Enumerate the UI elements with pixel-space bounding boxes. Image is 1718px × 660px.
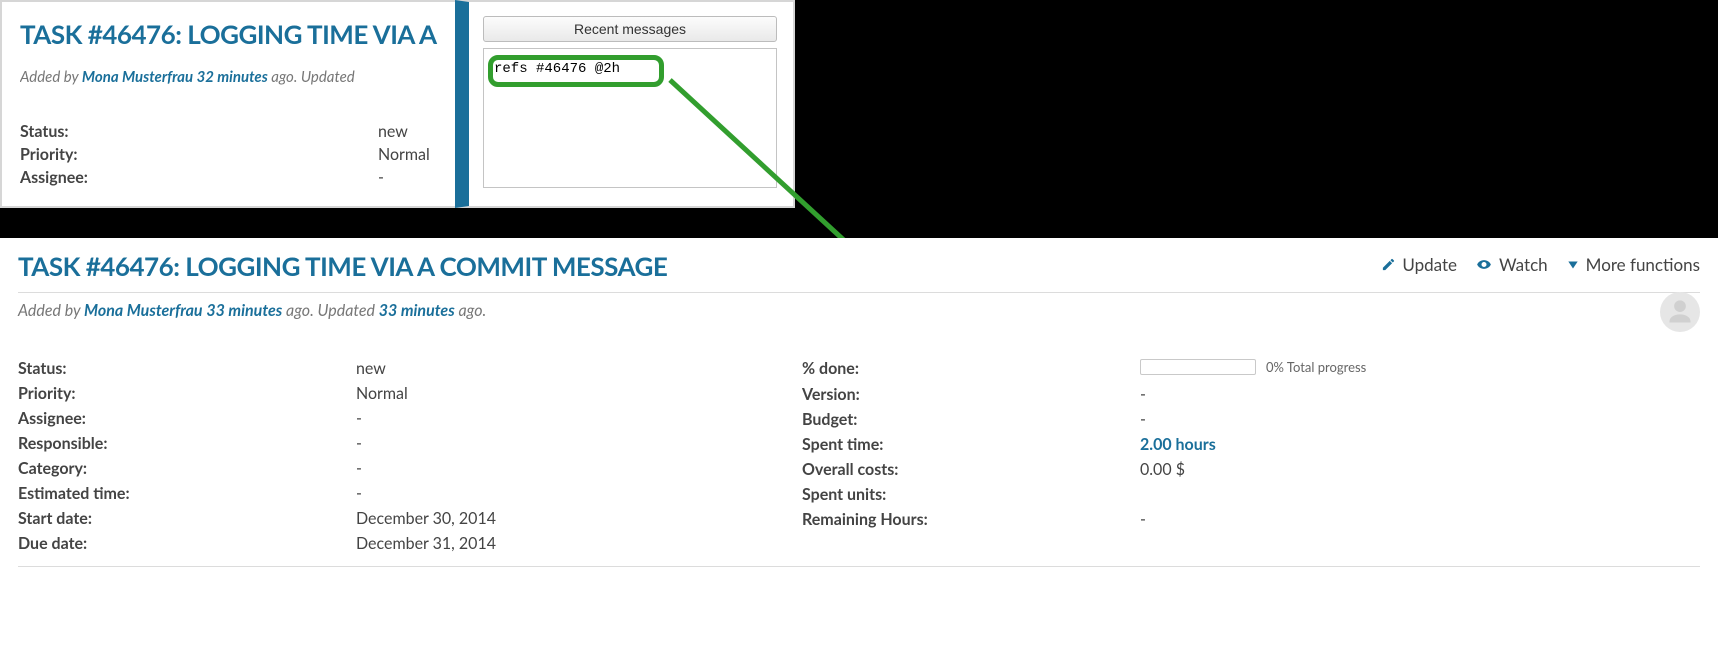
overlay-author: Mona Musterfrau (82, 68, 193, 86)
overlay-status-label: Status: (20, 122, 370, 141)
meta-prefix: Added by (20, 68, 82, 86)
task-author[interactable]: Mona Musterfrau (84, 301, 203, 320)
pencil-icon (1381, 257, 1396, 272)
meta-prefix: Added by (18, 301, 84, 320)
detail-columns: Status:newPriority:NormalAssignee:-Respo… (18, 356, 1700, 567)
field-row: Spent units: (802, 482, 1562, 507)
field-label: Start date: (18, 509, 348, 528)
time-added: 33 minutes (206, 301, 282, 320)
eye-icon (1475, 257, 1493, 272)
triangle-down-icon (1566, 258, 1580, 272)
user-icon (1666, 298, 1694, 326)
field-value: December 31, 2014 (356, 534, 496, 553)
field-value: December 30, 2014 (356, 509, 496, 528)
field-label: Responsible: (18, 434, 348, 453)
field-label: Spent units: (802, 485, 1132, 504)
progress-text: 0% Total progress (1266, 359, 1366, 375)
field-row: Remaining Hours:- (802, 507, 1562, 532)
field-value: - (356, 484, 362, 503)
meta-mid: ago. Updated (282, 301, 378, 320)
field-value: 0.00 $ (1140, 460, 1185, 479)
left-column: Status:newPriority:NormalAssignee:-Respo… (18, 356, 778, 556)
field-label: Assignee: (18, 409, 348, 428)
field-label: Version: (802, 385, 1132, 404)
overlay-assignee-value: - (378, 168, 384, 187)
field-value[interactable]: 2.00 hours (1140, 435, 1216, 454)
field-row: Priority: Normal (18, 381, 778, 406)
field-row: Budget:- (802, 407, 1562, 432)
field-label: Due date: (18, 534, 348, 553)
field-label: Spent time: (802, 435, 1132, 454)
watch-action[interactable]: Watch (1475, 254, 1548, 275)
overlay-time: 32 minutes (197, 68, 268, 86)
divider (18, 292, 1700, 293)
field-row: Responsible:- (18, 431, 778, 456)
field-label: % done: (802, 359, 1132, 379)
field-row: Category:- (18, 456, 778, 481)
overlay-task-title: TASK #46476: LOGGING TIME VIA A (20, 18, 440, 50)
field-label: Priority: (18, 384, 348, 403)
overlay-status-value: new (378, 122, 408, 141)
field-row: Assignee:- (18, 406, 778, 431)
overlay-task-card: TASK #46476: LOGGING TIME VIA A Added by… (0, 0, 460, 208)
field-row: Version:- (802, 382, 1562, 407)
more-functions-action[interactable]: More functions (1566, 254, 1700, 275)
task-title: TASK #46476: LOGGING TIME VIA A COMMIT M… (18, 250, 667, 282)
overlay-priority-value: Normal (378, 145, 430, 164)
field-value: - (356, 434, 362, 453)
field-row: Estimated time:- (18, 481, 778, 506)
overlay-assignee-label: Assignee: (20, 168, 370, 187)
field-row: Overall costs: 0.00 $ (802, 457, 1562, 482)
meta-suffix: ago. (455, 301, 487, 320)
field-label: Remaining Hours: (802, 510, 1132, 529)
progress-bar (1140, 359, 1256, 375)
progress: 0% Total progress (1140, 359, 1366, 375)
field-row: Start date: December 30, 2014 (18, 506, 778, 531)
more-functions-label: More functions (1586, 254, 1700, 275)
recent-messages-button[interactable]: Recent messages (483, 16, 777, 42)
update-label: Update (1402, 254, 1457, 275)
right-column: % done:0% Total progressVersion:-Budget:… (802, 356, 1562, 556)
field-row: Spent time: 2.00 hours (802, 432, 1562, 457)
task-header: TASK #46476: LOGGING TIME VIA A COMMIT M… (18, 250, 1700, 282)
update-action[interactable]: Update (1381, 254, 1457, 275)
task-meta: Added by Mona Musterfrau 33 minutes ago.… (18, 301, 1700, 320)
field-value: - (1140, 385, 1146, 404)
field-value: - (356, 409, 362, 428)
field-row: Due date: December 31, 2014 (18, 531, 778, 556)
field-label: Category: (18, 459, 348, 478)
task-view: TASK #46476: LOGGING TIME VIA A COMMIT M… (0, 238, 1718, 567)
field-label: Budget: (802, 410, 1132, 429)
field-label: Estimated time: (18, 484, 348, 503)
field-label: Status: (18, 359, 348, 378)
field-value: - (1140, 510, 1146, 529)
time-updated: 33 minutes (379, 301, 455, 320)
avatar[interactable] (1660, 292, 1700, 332)
field-value: - (356, 459, 362, 478)
overlay-task-meta: Added by Mona Musterfrau 32 minutes ago.… (20, 68, 440, 86)
meta-mid: ago. Updated (268, 68, 355, 86)
field-value: - (1140, 410, 1146, 429)
commit-textarea[interactable]: refs #46476 @2h (483, 48, 777, 188)
overlay-priority-label: Priority: (20, 145, 370, 164)
field-value: 0% Total progress (1140, 359, 1366, 379)
field-row: Status: new (18, 356, 778, 381)
field-label: Overall costs: (802, 460, 1132, 479)
watch-label: Watch (1499, 254, 1548, 275)
commit-panel: Recent messages refs #46476 @2h (455, 0, 795, 208)
task-actions: Update Watch More functions (1381, 250, 1700, 275)
field-row: % done: 0% Total progress (802, 356, 1562, 382)
field-value: Normal (356, 384, 408, 403)
commit-text: refs #46476 @2h (494, 61, 620, 77)
field-value: new (356, 359, 386, 378)
